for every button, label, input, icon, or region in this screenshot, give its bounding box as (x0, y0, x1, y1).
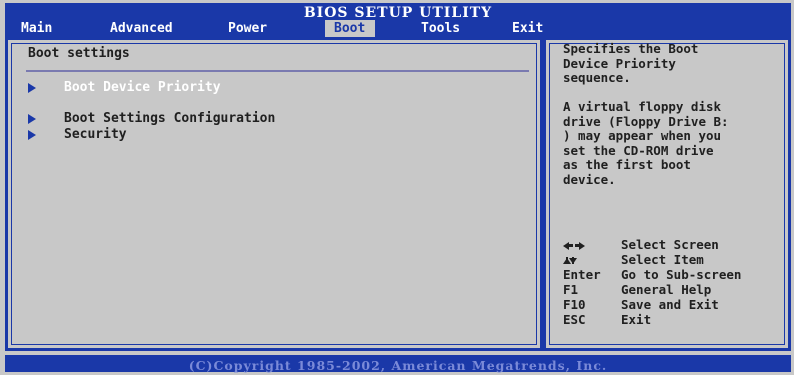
key-desc: Exit (621, 312, 652, 327)
key-desc: Save and Exit (621, 297, 719, 312)
submenu-arrow-icon (28, 83, 36, 93)
boot-device-priority-item[interactable]: Boot Device Priority (28, 80, 221, 96)
key-desc: Select Item (621, 252, 704, 267)
boot-settings-configuration-label: Boot Settings Configuration (64, 111, 276, 126)
up-down-arrows-icon (563, 252, 577, 267)
menu-main[interactable]: Main (17, 20, 56, 37)
submenu-arrow-icon (28, 130, 36, 140)
menu-tools[interactable]: Tools (417, 20, 464, 37)
menu-advanced[interactable]: Advanced (106, 20, 177, 37)
security-label: Security (64, 127, 127, 142)
key-name: F1 (563, 282, 579, 297)
bios-screen: BIOS SETUP UTILITY Main Advanced Power B… (0, 0, 794, 375)
key-desc: General Help (621, 282, 712, 297)
boot-settings-configuration-item[interactable]: Boot Settings Configuration (28, 111, 275, 127)
menu-boot[interactable]: Boot (325, 20, 376, 37)
security-item[interactable]: Security (28, 127, 127, 143)
key-name: Enter (563, 267, 601, 282)
key-name: ESC (563, 312, 586, 327)
key-desc: Go to Sub-screen (621, 267, 742, 282)
section-title: Boot settings (28, 46, 130, 61)
bios-title: BIOS SETUP UTILITY (303, 5, 493, 21)
boot-device-priority-label: Boot Device Priority (64, 80, 221, 95)
key-desc: Select Screen (621, 237, 719, 252)
header-bar: BIOS SETUP UTILITY Main Advanced Power B… (5, 3, 791, 37)
left-right-arrows-icon (563, 237, 585, 252)
key-row-enter: Enter Go to Sub-screen (563, 267, 788, 282)
menu-power[interactable]: Power (224, 20, 271, 37)
key-legend: Select Screen Select Item Enter Go to Su… (563, 237, 788, 327)
key-row-select-item: Select Item (563, 252, 788, 267)
key-row-select-screen: Select Screen (563, 237, 788, 252)
menu-exit[interactable]: Exit (508, 20, 547, 37)
key-row-esc: ESC Exit (563, 312, 788, 327)
key-row-f1: F1 General Help (563, 282, 788, 297)
submenu-arrow-icon (28, 114, 36, 124)
key-row-f10: F10 Save and Exit (563, 297, 788, 312)
help-description: Specifies the Boot Device Priority seque… (563, 41, 729, 187)
copyright-text: (C)Copyright 1985-2002, American Megatre… (188, 358, 608, 373)
main-menu: Main Advanced Power Boot Tools Exit (5, 20, 791, 37)
copyright-bar: (C)Copyright 1985-2002, American Megatre… (5, 355, 791, 373)
key-name: F10 (563, 297, 586, 312)
section-divider (26, 70, 529, 72)
